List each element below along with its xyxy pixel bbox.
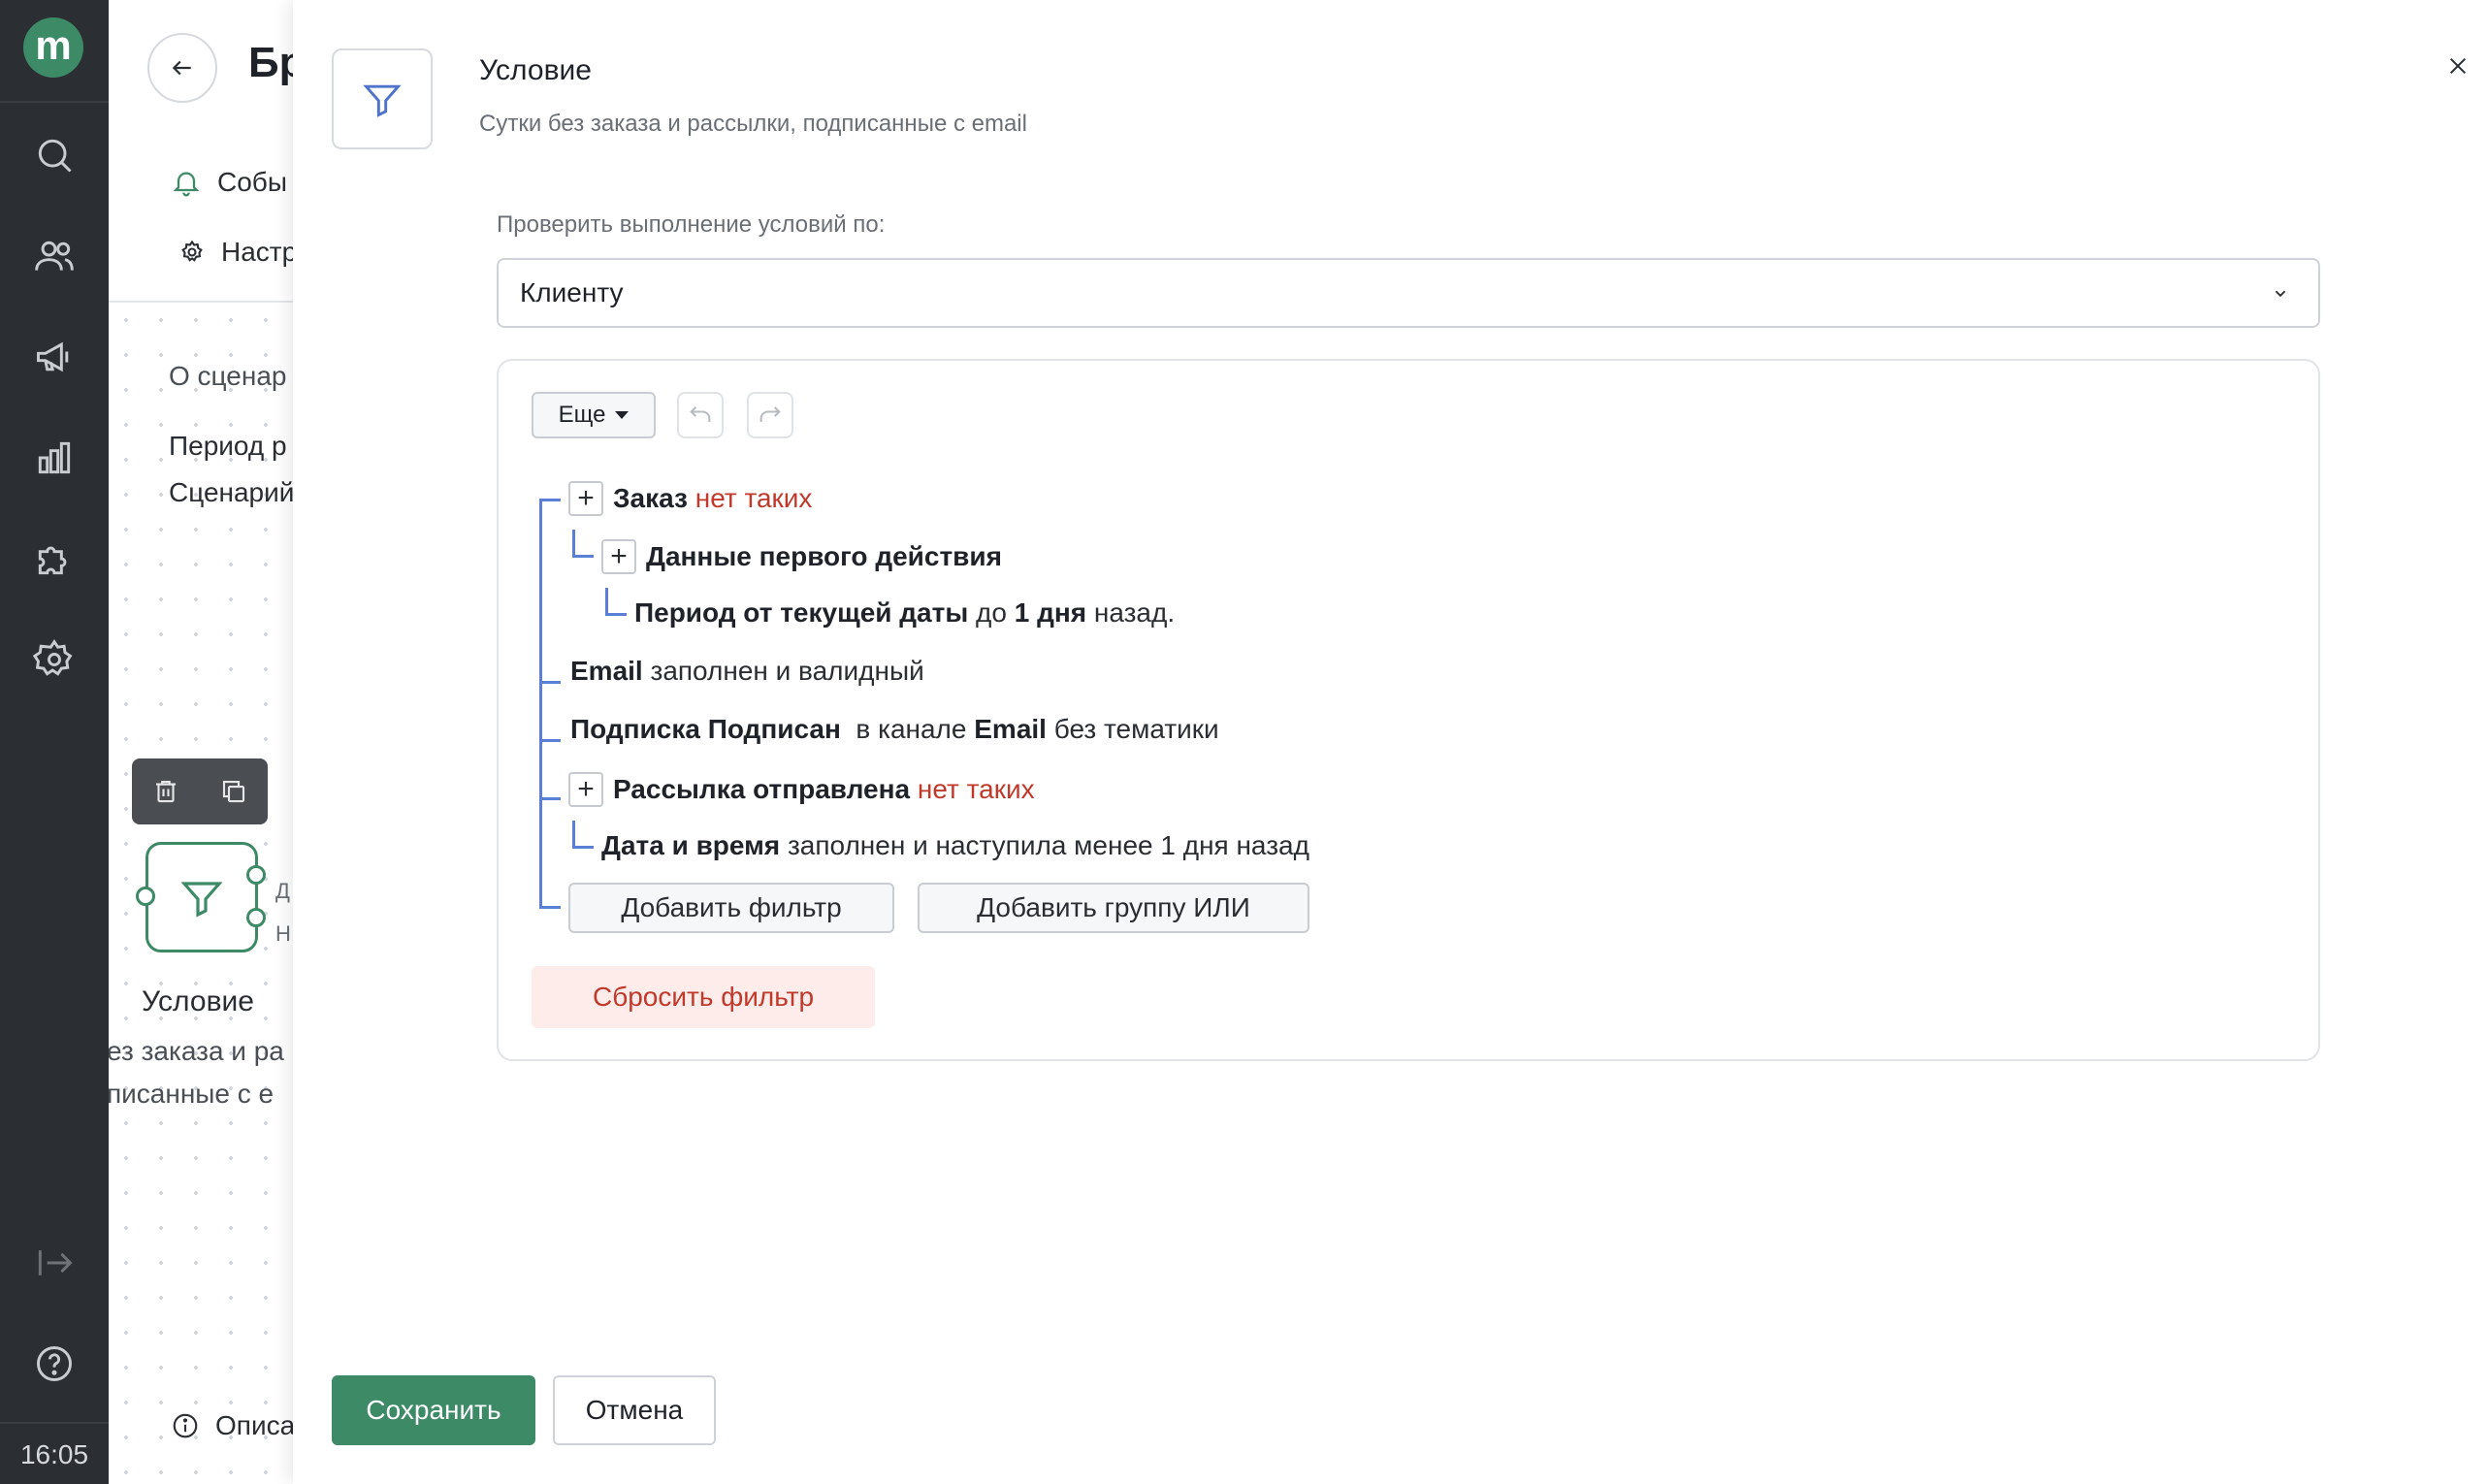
main-nav: m 16:05 [0, 0, 109, 1484]
rule-condition: нет таких [917, 774, 1035, 804]
tree-line [605, 588, 608, 615]
logo[interactable]: m [23, 17, 83, 78]
node-toolbar [132, 758, 268, 824]
clock: 16:05 [19, 1439, 89, 1469]
rule-operator: до [976, 597, 1007, 628]
rule-field: Подписка Подписан [570, 714, 841, 744]
info-icon [173, 1413, 198, 1438]
menu-item-label: Собы [217, 167, 287, 197]
filter-rule-period[interactable]: Период от текущей даты до 1 дня назад. [634, 597, 1175, 629]
add-or-group-button[interactable]: Добавить группу ИЛИ [918, 883, 1309, 933]
rule-suffix: назад. [1093, 597, 1176, 628]
close-button[interactable] [2442, 50, 2473, 81]
search-icon[interactable] [29, 130, 80, 180]
arrow-left-icon [172, 60, 191, 76]
help-icon[interactable] [29, 1339, 80, 1389]
tree-line [539, 499, 561, 501]
expand-plus-icon[interactable]: + [568, 481, 603, 516]
menu-item-events[interactable]: Собы [171, 167, 287, 198]
check-by-value: Клиенту [520, 277, 624, 307]
bell-icon [173, 172, 200, 197]
tree-line [572, 555, 594, 558]
rule-field: Дата и время [601, 830, 781, 860]
condition-node[interactable] [145, 842, 258, 952]
info-scenario: Сценарий [169, 477, 295, 507]
reset-filter-button[interactable]: Сбросить фильтр [532, 966, 875, 1028]
tree-line [539, 499, 542, 908]
filter-rule-order[interactable]: + Заказ нет таких [568, 481, 812, 516]
back-button[interactable] [147, 33, 217, 103]
filter-builder: Еще + Заказ нет таких + Данные первого д… [497, 359, 2320, 1061]
condition-modal: Условие Сутки без заказа и рассылки, под… [293, 0, 2487, 1484]
chevron-down-icon [2275, 290, 2286, 298]
collapse-icon[interactable] [29, 1238, 80, 1288]
node-side-label: Н [275, 921, 291, 946]
rule-field: Рассылка отправлена [613, 774, 911, 804]
tree-line [572, 846, 594, 849]
scenario-page: Бр Собы Настр О сценар Период р Сценарий… [109, 0, 303, 1484]
rule-value: Email [974, 714, 1047, 744]
users-icon[interactable] [29, 231, 80, 281]
tree-line [539, 739, 561, 742]
node-title: Условие [142, 985, 254, 1017]
bar-chart-icon[interactable] [29, 433, 80, 483]
rule-field: Данные первого действия [646, 541, 1002, 571]
filter-rule-mailing[interactable]: + Рассылка отправлена нет таких [568, 772, 1035, 807]
node-output-port-no[interactable] [246, 908, 266, 927]
nav-divider [0, 101, 109, 103]
tree-line [572, 821, 575, 848]
gear-icon [181, 240, 203, 262]
trash-icon[interactable] [151, 777, 180, 806]
check-by-label: Проверить выполнение условий по: [497, 211, 886, 238]
modal-title: Условие [479, 54, 592, 86]
filter-tree: + Заказ нет таких + Данные первого дейст… [499, 361, 2318, 1059]
gear-icon[interactable] [29, 634, 80, 685]
cancel-button[interactable]: Отмена [553, 1375, 716, 1445]
rule-field: Заказ [613, 483, 688, 513]
copy-icon[interactable] [219, 777, 248, 806]
tree-line [605, 613, 627, 616]
filter-rule-email[interactable]: Email заполнен и валидный [570, 656, 924, 687]
check-by-select[interactable]: Клиенту [497, 258, 2320, 328]
about-scenario-link[interactable]: О сценар [169, 361, 286, 392]
rule-condition: нет таких [694, 483, 813, 513]
puzzle-icon[interactable] [29, 533, 80, 584]
node-output-port-yes[interactable] [246, 865, 266, 885]
filter-rule-datetime[interactable]: Дата и время заполнен и наступила менее … [601, 830, 1309, 861]
rule-condition: заполнен и наступила менее 1 дня назад [787, 830, 1309, 860]
megaphone-icon[interactable] [29, 332, 80, 382]
rule-field: Email [570, 656, 643, 686]
info-period: Период р [169, 431, 287, 461]
save-button[interactable]: Сохранить [332, 1375, 535, 1445]
description-link[interactable]: Описа [171, 1410, 295, 1441]
rule-field: Период от текущей даты [634, 597, 969, 628]
modal-subtitle: Сутки без заказа и рассылки, подписанные… [479, 111, 1027, 137]
rule-suffix: без тематики [1053, 714, 1219, 744]
description-label: Описа [215, 1410, 296, 1440]
tree-line [539, 906, 561, 909]
rule-condition: заполнен и валидный [650, 656, 924, 686]
tree-line [539, 681, 561, 684]
filter-rule-first-action[interactable]: + Данные первого действия [601, 539, 1002, 574]
expand-plus-icon[interactable]: + [568, 772, 603, 807]
close-icon [2449, 57, 2467, 75]
rule-operator: в канале [856, 714, 967, 744]
expand-plus-icon[interactable]: + [601, 539, 636, 574]
add-filter-button[interactable]: Добавить фильтр [568, 883, 894, 933]
node-side-label: Д [275, 879, 290, 903]
node-input-port[interactable] [136, 887, 155, 906]
menu-item-label: Настр [221, 237, 298, 267]
filter-icon [180, 882, 223, 918]
filter-icon [363, 84, 402, 117]
condition-icon-box [332, 48, 433, 149]
tree-line [572, 530, 575, 557]
nav-divider [0, 1422, 109, 1424]
menu-item-settings[interactable]: Настр [178, 237, 297, 268]
node-description: писанные с е [109, 1079, 275, 1109]
filter-rule-subscription[interactable]: Подписка Подписан в канале Email без тем… [570, 714, 1219, 745]
rule-value: 1 дня [1014, 597, 1087, 628]
tree-line [539, 797, 561, 800]
node-description: ез заказа и ра [109, 1036, 284, 1066]
